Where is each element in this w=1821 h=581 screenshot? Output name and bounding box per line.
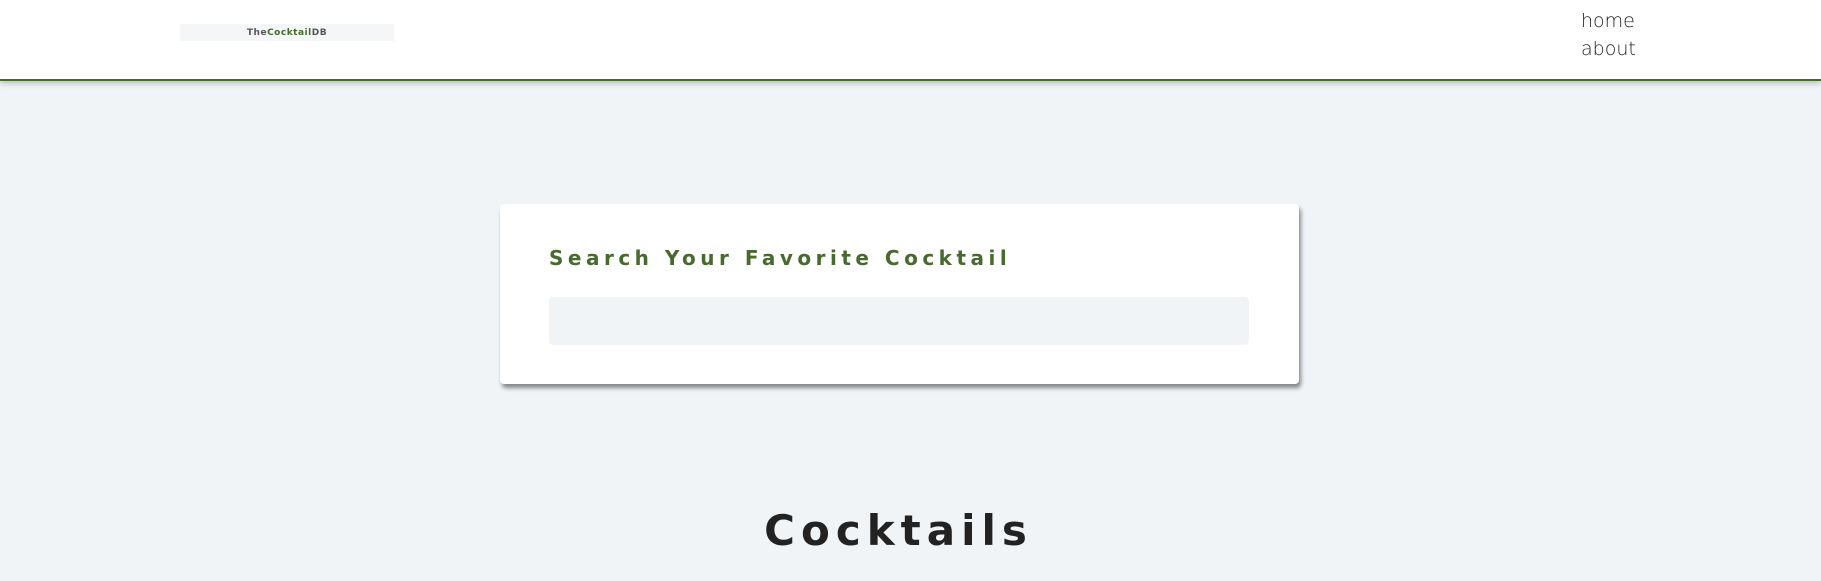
- nav-links: home about: [1581, 8, 1636, 63]
- search-label: Search Your Favorite Cocktail: [549, 246, 1012, 270]
- logo-suffix: DB: [311, 27, 328, 38]
- navbar: The Cocktail DB home about: [0, 0, 1821, 81]
- logo[interactable]: The Cocktail DB: [180, 24, 394, 41]
- nav-link-home[interactable]: home: [1581, 8, 1636, 35]
- section-title: Cocktails: [764, 506, 1033, 555]
- logo-prefix: The: [246, 27, 268, 38]
- search-input[interactable]: [549, 297, 1249, 345]
- search-form: Search Your Favorite Cocktail: [500, 204, 1299, 384]
- logo-accent: Cocktail: [267, 27, 312, 38]
- nav-link-about[interactable]: about: [1581, 36, 1636, 63]
